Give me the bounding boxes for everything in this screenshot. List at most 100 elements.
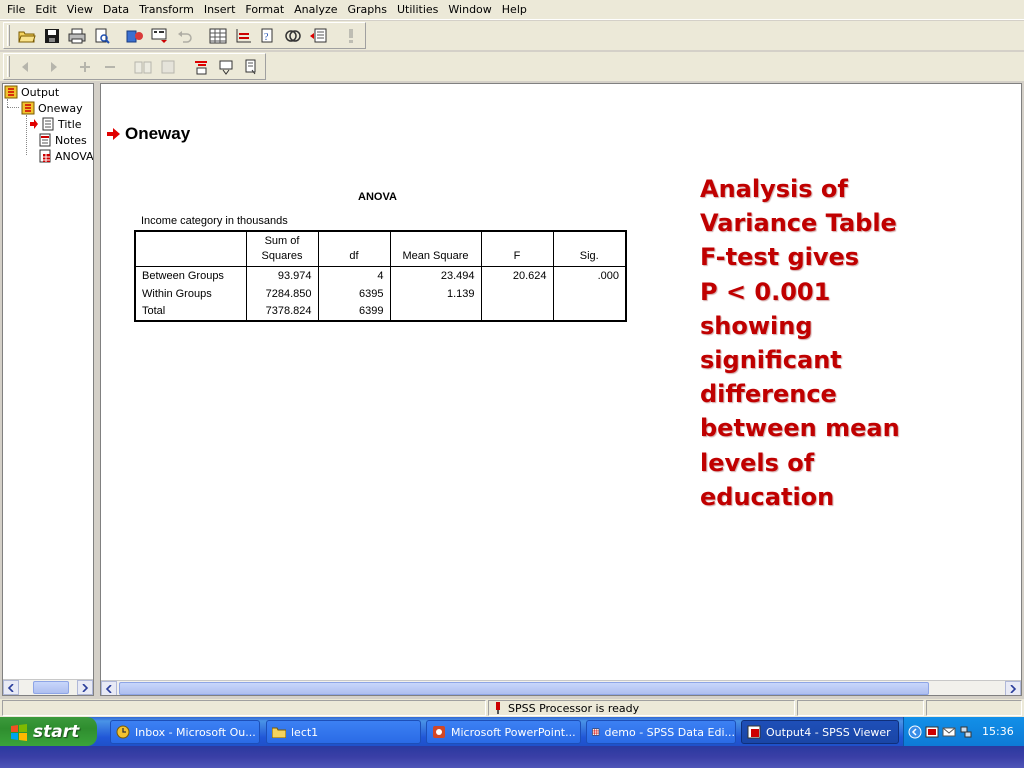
- promote-button[interactable]: [15, 55, 38, 78]
- annotation-line: between mean: [700, 414, 900, 443]
- task-spss-data-editor[interactable]: demo - SPSS Data Edi...: [586, 720, 736, 744]
- menu-data[interactable]: Data: [98, 1, 134, 19]
- scroll-right-button[interactable]: [77, 680, 93, 695]
- header-f: F: [480, 231, 553, 267]
- anova-table-title: ANOVA: [358, 191, 397, 203]
- goto-data-button[interactable]: [206, 24, 229, 47]
- tree-label-notes: Notes: [55, 133, 87, 147]
- scroll-left-button[interactable]: [101, 681, 117, 695]
- spss-tray-icon[interactable]: [925, 725, 939, 739]
- menu-analyze[interactable]: Analyze: [289, 1, 342, 19]
- header-sig: Sig.: [552, 231, 626, 267]
- contents-hscrollbar[interactable]: [101, 680, 1021, 695]
- tree-connector: [26, 115, 27, 155]
- row-label: Within Groups: [142, 287, 212, 300]
- print-button[interactable]: [65, 24, 88, 47]
- tree-label-output: Output: [21, 85, 60, 99]
- arrow-left-icon: [21, 61, 28, 72]
- demote-button[interactable]: [40, 55, 63, 78]
- scroll-right-button[interactable]: [1005, 681, 1021, 695]
- scroll-left-button[interactable]: [3, 680, 19, 695]
- procedure-book-icon: [21, 101, 35, 115]
- network-icon[interactable]: [959, 725, 973, 739]
- open-folder-icon: [17, 31, 36, 42]
- menu-help[interactable]: Help: [497, 1, 532, 19]
- cell-mean-square: 1.139: [389, 284, 481, 303]
- menu-file[interactable]: File: [2, 1, 30, 19]
- undo-button[interactable]: [173, 24, 196, 47]
- expand-button[interactable]: [73, 55, 96, 78]
- data-grid-icon: [209, 28, 226, 43]
- outline-hscrollbar[interactable]: [3, 679, 93, 695]
- outline-pane: Output Oneway Title Notes ANOVA: [2, 83, 94, 696]
- menu-format[interactable]: Format: [240, 1, 289, 19]
- status-panel-extra: [797, 700, 924, 716]
- tree-node-notes[interactable]: Notes: [38, 133, 87, 147]
- anova-table[interactable]: Sum of Squares df Mean Square F Sig. Bet…: [134, 230, 627, 322]
- toolbar-grip[interactable]: [7, 25, 10, 46]
- toolbar-grip[interactable]: [7, 56, 10, 77]
- export-button[interactable]: [123, 24, 146, 47]
- menu-utilities[interactable]: Utilities: [392, 1, 443, 19]
- task-spss-viewer[interactable]: Output4 - SPSS Viewer: [741, 720, 899, 744]
- open-button[interactable]: [15, 24, 38, 47]
- designate-window-button[interactable]: [306, 24, 329, 47]
- menu-insert[interactable]: Insert: [199, 1, 241, 19]
- run-button[interactable]: [339, 24, 362, 47]
- insert-title-button[interactable]: [214, 55, 237, 78]
- tree-node-title[interactable]: Title: [30, 117, 82, 131]
- output-book-icon: [4, 85, 18, 99]
- insert-text-button[interactable]: [239, 55, 262, 78]
- show-button[interactable]: [131, 55, 154, 78]
- save-button[interactable]: [40, 24, 63, 47]
- goto-case-button[interactable]: [231, 24, 254, 47]
- collapse-button[interactable]: [98, 55, 121, 78]
- windows-flag-icon: [11, 723, 27, 741]
- export-icon: [126, 30, 143, 42]
- status-panel-processor: SPSS Processor is ready: [488, 700, 795, 716]
- oneway-heading[interactable]: Oneway: [107, 124, 190, 144]
- menu-view[interactable]: View: [62, 1, 98, 19]
- hide-button[interactable]: [156, 55, 179, 78]
- task-lect1[interactable]: lect1: [266, 720, 421, 744]
- task-powerpoint[interactable]: Microsoft PowerPoint...: [426, 720, 581, 744]
- anova-dependent-caption: Income category in thousands: [141, 215, 288, 227]
- cell-df: 6395: [317, 284, 390, 303]
- cell-mean-square: [389, 302, 481, 321]
- cell-sig: [552, 302, 626, 321]
- annotation-line: Analysis of: [700, 175, 848, 203]
- outline-scroll-thumb[interactable]: [33, 681, 69, 694]
- use-sets-button[interactable]: [281, 24, 304, 47]
- tree-node-output[interactable]: Output: [4, 85, 59, 99]
- task-inbox[interactable]: Inbox - Microsoft Ou...: [110, 720, 260, 744]
- mail-envelope-icon[interactable]: [942, 725, 956, 739]
- menu-transform[interactable]: Transform: [134, 1, 199, 19]
- print-preview-icon: [95, 28, 110, 44]
- menu-edit[interactable]: Edit: [30, 1, 61, 19]
- outline-toolbar: [0, 52, 1024, 81]
- tree-node-anova[interactable]: ANOVA: [38, 149, 93, 163]
- menu-window[interactable]: Window: [443, 1, 496, 19]
- status-panel-extra: [926, 700, 1022, 716]
- menu-bar: File Edit View Data Transform Insert For…: [0, 0, 1024, 20]
- annotation-line: education: [700, 482, 835, 511]
- system-tray: 15:36: [903, 717, 1024, 746]
- plus-icon: [79, 61, 90, 72]
- show-hidden-icons-chevron-icon[interactable]: [908, 725, 922, 739]
- variables-button[interactable]: ?: [256, 24, 279, 47]
- menu-graphs[interactable]: Graphs: [343, 1, 392, 19]
- notes-page-icon: [39, 133, 51, 147]
- contents-scroll-thumb[interactable]: [119, 682, 929, 695]
- chevron-right-icon: [82, 683, 89, 692]
- recall-dialog-button[interactable]: [148, 24, 171, 47]
- print-preview-button[interactable]: [90, 24, 113, 47]
- cell-sig: [552, 284, 626, 303]
- main-toolbar-group: ?: [3, 22, 366, 49]
- insert-heading-button[interactable]: [189, 55, 212, 78]
- open-book-icon: [134, 61, 151, 73]
- start-button[interactable]: start: [0, 717, 97, 746]
- outlook-clock-icon: [116, 725, 130, 739]
- tree-node-oneway[interactable]: Oneway: [21, 101, 83, 115]
- goto-case-icon: [236, 28, 251, 42]
- cell-f: [480, 284, 553, 303]
